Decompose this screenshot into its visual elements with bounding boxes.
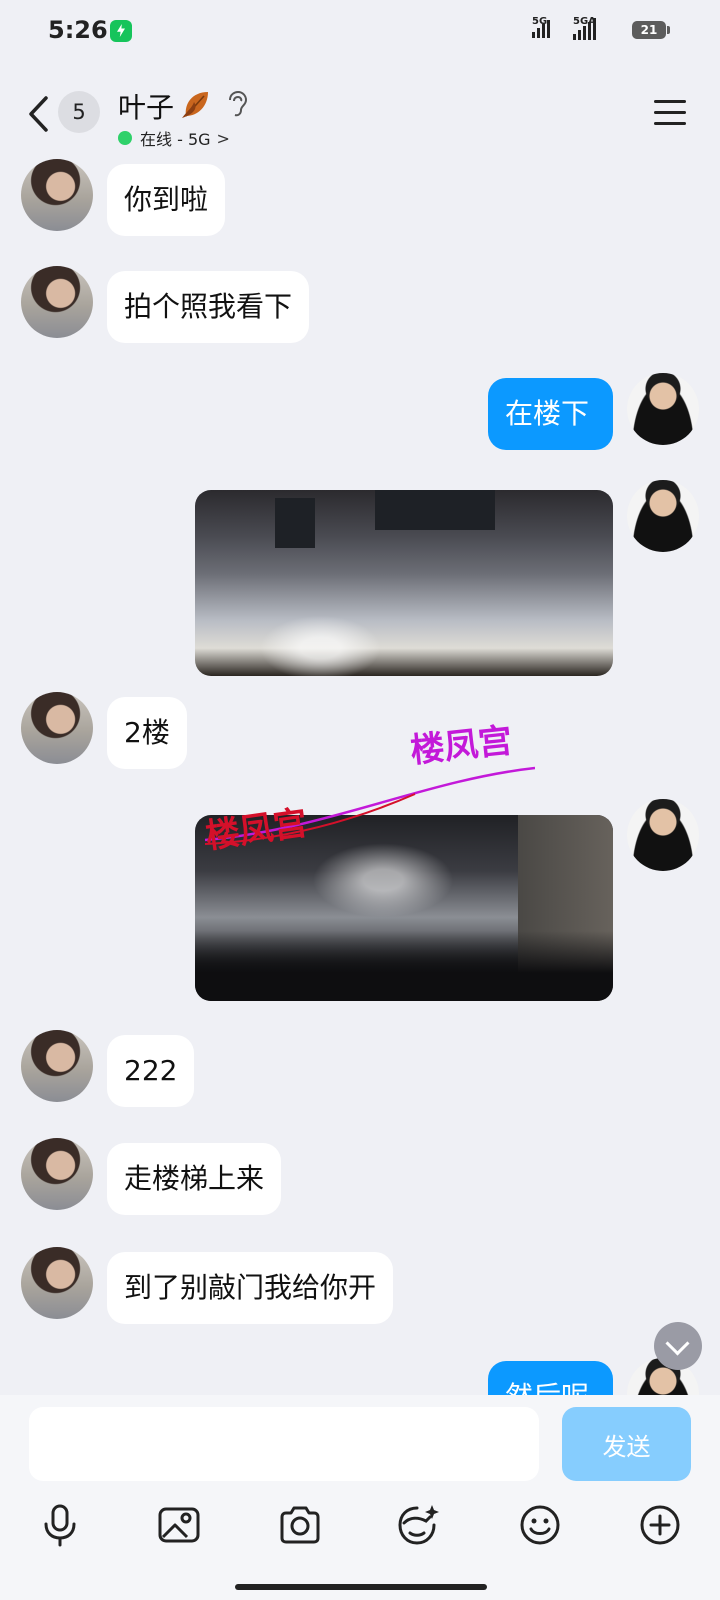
microphone-icon[interactable]: [38, 1503, 82, 1547]
autumn-leaf-icon: [182, 92, 208, 118]
scroll-to-bottom-button[interactable]: [654, 1322, 702, 1370]
online-status-text: 在线 - 5G: [140, 130, 211, 149]
signal-icon-2: 5GA: [573, 16, 596, 40]
send-button[interactable]: 发送: [562, 1407, 691, 1481]
incoming-message[interactable]: 你到啦: [107, 164, 226, 236]
contact-avatar[interactable]: [21, 159, 93, 231]
signal-label: 5G: [532, 16, 548, 27]
incoming-message[interactable]: 走楼梯上来: [107, 1143, 282, 1215]
contact-avatar[interactable]: [21, 1138, 93, 1210]
incoming-message[interactable]: 2楼: [107, 697, 187, 769]
composer-bar: 发送: [0, 1395, 720, 1600]
status-time: 5:26: [48, 16, 108, 44]
emoji-icon[interactable]: [518, 1503, 562, 1547]
message-input[interactable]: [29, 1407, 539, 1481]
online-dot: [118, 131, 132, 145]
self-avatar[interactable]: [627, 480, 699, 552]
sticker-icon[interactable]: [396, 1503, 440, 1547]
camera-icon[interactable]: [278, 1503, 322, 1547]
incoming-message[interactable]: 拍个照我看下: [107, 271, 310, 343]
contact-avatar[interactable]: [21, 692, 93, 764]
contact-avatar[interactable]: [21, 1247, 93, 1319]
chat-header: 5 叶子 在线 - 5G >: [0, 76, 720, 156]
ear-icon[interactable]: [226, 90, 248, 118]
app-notification-icon: [110, 20, 132, 42]
back-arrow-icon[interactable]: [26, 94, 54, 134]
menu-icon[interactable]: [654, 100, 686, 126]
online-status[interactable]: 在线 - 5G >: [118, 126, 230, 150]
contact-avatar[interactable]: [21, 1030, 93, 1102]
plus-icon[interactable]: [638, 1503, 682, 1547]
self-avatar[interactable]: [627, 373, 699, 445]
contact-name[interactable]: 叶子: [118, 86, 174, 126]
self-avatar[interactable]: [627, 799, 699, 871]
home-indicator[interactable]: [235, 1584, 487, 1590]
chevron-right-icon: >: [216, 128, 230, 148]
incoming-message[interactable]: 222: [107, 1035, 195, 1107]
image-icon[interactable]: [157, 1503, 201, 1547]
contact-avatar[interactable]: [21, 266, 93, 338]
battery-indicator: 21: [632, 21, 670, 39]
outgoing-message[interactable]: 在楼下: [488, 378, 613, 450]
image-message[interactable]: [195, 490, 613, 676]
status-bar: 5:26 5G 5GA 21: [0, 0, 720, 64]
unread-count-badge[interactable]: 5: [58, 91, 100, 133]
signal-icon: 5G: [532, 16, 550, 38]
incoming-message[interactable]: 到了别敲门我给你开: [107, 1252, 394, 1324]
signal-label-2: 5GA: [573, 16, 596, 27]
